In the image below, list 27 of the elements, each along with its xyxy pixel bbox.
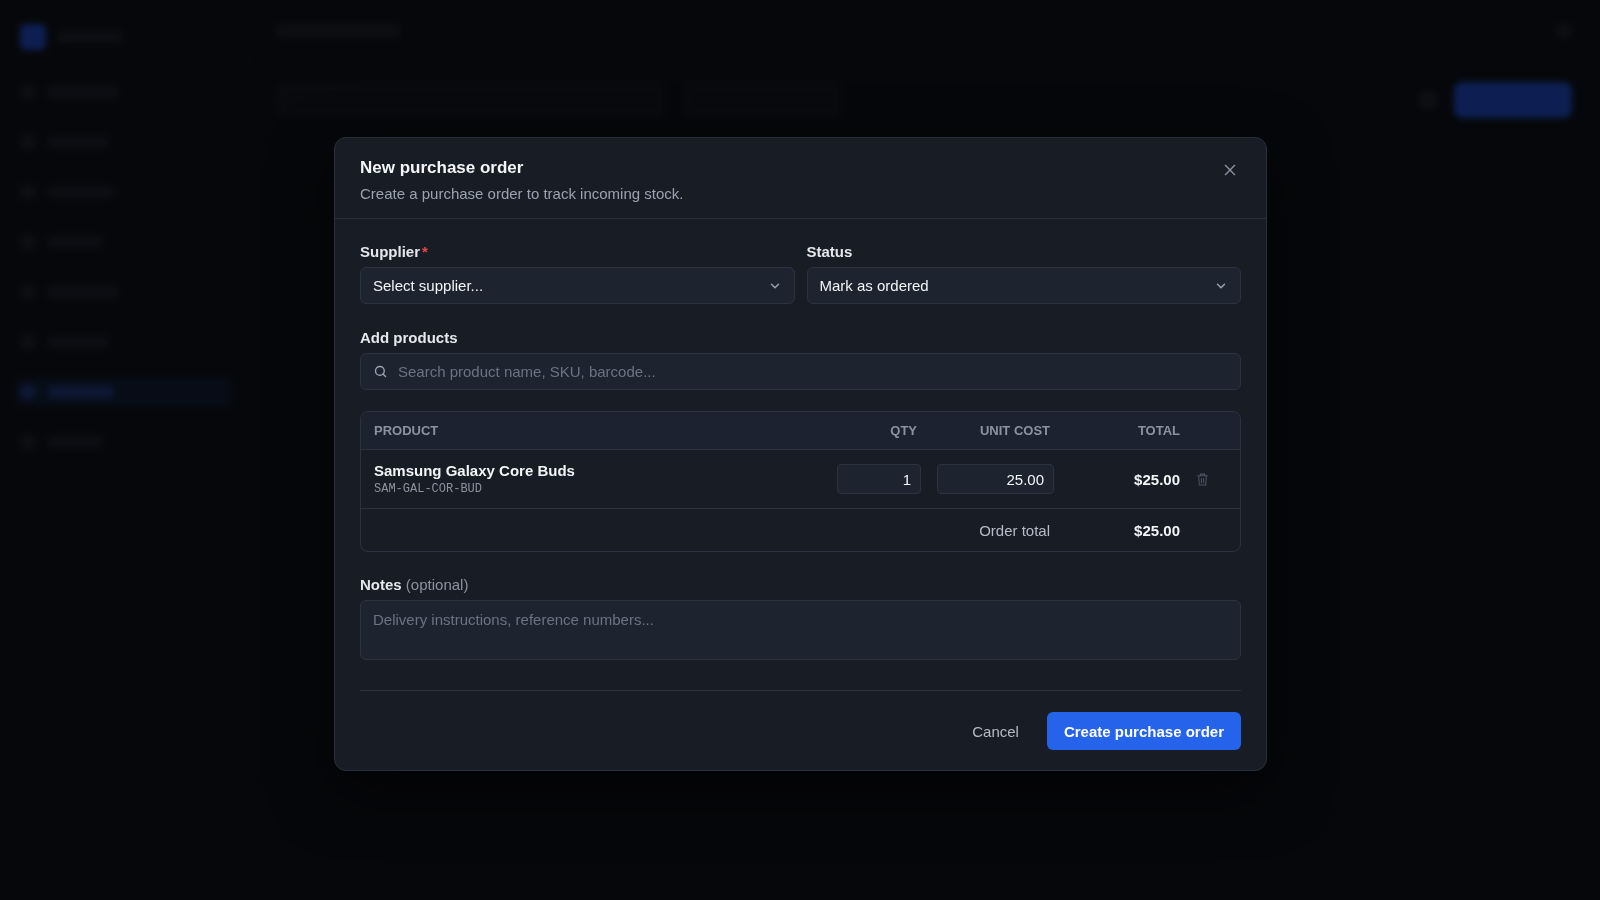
create-order-button[interactable]: Create purchase order — [1046, 712, 1241, 750]
notes-label: Notes (optional) — [360, 576, 470, 593]
dialog-title: New purchase order — [360, 158, 524, 178]
dialog-subtitle: Create a purchase order to track incoming stock. — [360, 185, 685, 202]
product-sku: SAM-GAL-COR-BUD — [374, 482, 484, 496]
column-header: UNIT COST — [978, 423, 1051, 438]
quantity-field[interactable]: 1 — [837, 464, 921, 494]
trash-icon — [1196, 471, 1209, 487]
column-header: QTY — [889, 423, 918, 438]
order-total-value: $25.00 — [1133, 521, 1180, 539]
column-header: TOTAL — [1136, 423, 1180, 438]
close-icon — [1222, 162, 1238, 178]
status-select[interactable]: Mark as ordered — [806, 267, 1241, 304]
column-header: PRODUCT — [374, 423, 440, 438]
order-total-label: Order total — [978, 521, 1051, 539]
add-products-label: Add products — [360, 329, 459, 346]
search-icon — [373, 364, 388, 379]
supplier-label: Supplier* — [360, 243, 429, 260]
product-name: Samsung Galaxy Core Buds — [374, 462, 576, 479]
unit-cost-field[interactable]: 25.00 — [937, 464, 1054, 494]
product-search-field[interactable]: Search product name, SKU, barcode... — [360, 353, 1241, 390]
notes-field[interactable]: Delivery instructions, reference numbers... — [360, 600, 1241, 660]
supplier-select[interactable]: Select supplier... — [360, 267, 795, 304]
line-total: $25.00 — [1133, 470, 1180, 488]
close-button[interactable] — [1222, 162, 1238, 178]
status-label: Status — [806, 243, 854, 260]
cancel-button[interactable]: Cancel — [968, 714, 1023, 748]
